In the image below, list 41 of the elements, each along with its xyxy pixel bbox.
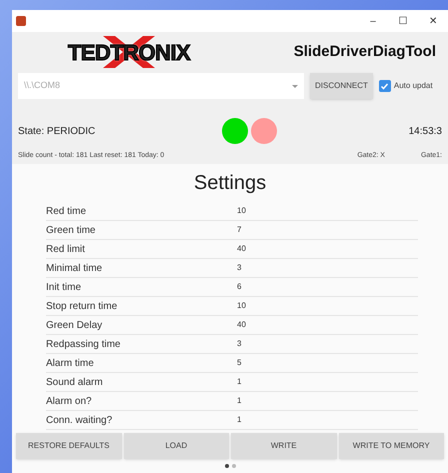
checkbox[interactable] xyxy=(378,80,391,92)
setting-name: Redpassing time xyxy=(46,338,122,352)
app-title: SlideDriverDiagTool xyxy=(294,42,436,62)
setting-value[interactable]: 1 xyxy=(237,414,242,426)
setting-value[interactable]: 1 xyxy=(237,376,242,388)
setting-name: Alarm time xyxy=(46,356,95,370)
action-button[interactable]: LOAD xyxy=(124,433,229,459)
disconnect-button[interactable]: DISCONNECT xyxy=(310,73,373,99)
setting-value[interactable]: 40 xyxy=(237,243,246,255)
setting-value[interactable]: 40 xyxy=(237,319,246,331)
setting-value[interactable]: 5 xyxy=(237,357,242,369)
setting-name: Green time xyxy=(46,224,96,238)
window-control[interactable]: – xyxy=(358,14,388,28)
window-control[interactable]: ☐ xyxy=(388,14,418,28)
state-text: State: PERIODIC xyxy=(18,124,96,138)
setting-value[interactable]: 3 xyxy=(237,338,242,350)
time-text: 14:53:3 xyxy=(408,124,442,138)
setting-name: Stop return time xyxy=(46,300,118,314)
setting-name: Red time xyxy=(46,204,88,218)
check-icon xyxy=(380,82,390,90)
setting-value[interactable]: 10 xyxy=(237,205,246,217)
setting-name: Green Delay xyxy=(46,318,104,332)
action-button[interactable]: WRITE xyxy=(231,433,336,459)
setting-name: Conn. waiting? xyxy=(46,414,114,428)
action-button[interactable]: WRITE TO MEMORY xyxy=(338,433,444,459)
setting-value[interactable]: 10 xyxy=(237,300,246,312)
setting-name: Alarm on? xyxy=(46,394,93,408)
settings-title: Settings xyxy=(194,171,266,196)
app-icon xyxy=(16,16,26,26)
setting-value[interactable]: 1 xyxy=(237,395,242,407)
action-button[interactable]: RESTORE DEFAULTS xyxy=(16,433,122,459)
setting-name: Red limit xyxy=(46,242,86,256)
setting-value[interactable]: 6 xyxy=(237,281,242,293)
setting-value[interactable]: 7 xyxy=(237,224,242,236)
setting-value[interactable]: 3 xyxy=(237,262,242,274)
caret-icon xyxy=(292,84,298,88)
window-control[interactable]: ✕ xyxy=(418,14,448,28)
setting-name: Init time xyxy=(46,280,82,294)
setting-name: Minimal time xyxy=(46,262,104,276)
setting-name: Sound alarm xyxy=(46,376,104,390)
checkbox-label: Auto updat xyxy=(394,80,433,92)
